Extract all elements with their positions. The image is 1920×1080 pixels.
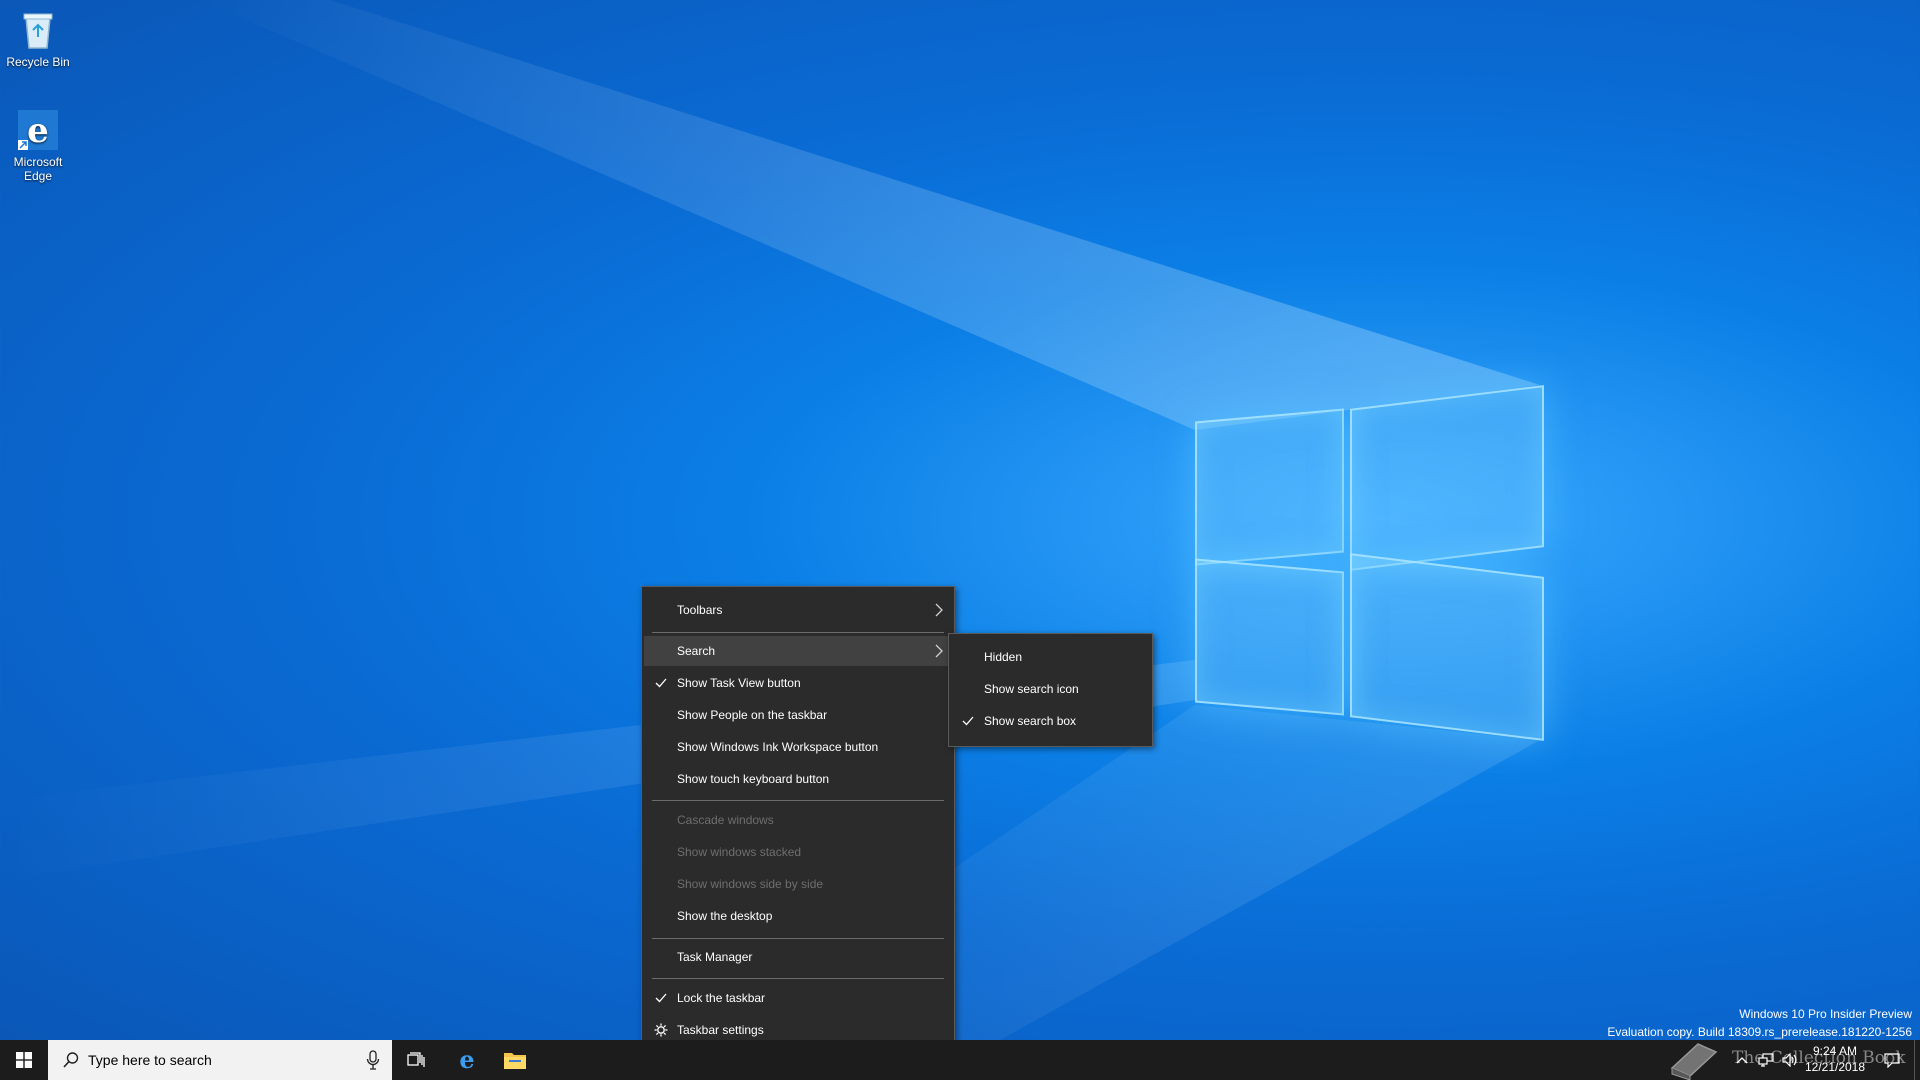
- menu-separator: [652, 800, 944, 801]
- menu-item-show-people[interactable]: Show People on the taskbar: [644, 700, 952, 730]
- recycle-bin-icon: [16, 8, 60, 52]
- menu-item-cascade-windows: Cascade windows: [644, 805, 952, 835]
- watermark-line-1: Windows 10 Pro Insider Preview: [1739, 1007, 1912, 1021]
- network-icon: [1758, 1053, 1774, 1067]
- gear-icon: [654, 1023, 668, 1037]
- checkmark-icon: [962, 716, 974, 726]
- taskbar: Type here to search e The Collection Boo…: [0, 1040, 1920, 1080]
- clock-date: 12/21/2018: [1804, 1060, 1866, 1074]
- microphone-icon[interactable]: [366, 1050, 380, 1070]
- book-icon: [1670, 1043, 1718, 1080]
- notification-icon: [1884, 1052, 1900, 1068]
- search-placeholder: Type here to search: [88, 1052, 212, 1068]
- menu-item-label: Show Task View button: [677, 676, 801, 690]
- logo-pane-bottom-left: [1195, 558, 1344, 716]
- menu-item-show-ink-workspace[interactable]: Show Windows Ink Workspace button: [644, 732, 952, 762]
- menu-item-task-manager[interactable]: Task Manager: [644, 942, 952, 972]
- build-watermark: Windows 10 Pro Insider Preview Evaluatio…: [1607, 1005, 1912, 1041]
- menu-item-label: Task Manager: [677, 950, 753, 964]
- menu-separator: [652, 938, 944, 939]
- menu-item-windows-side-by-side: Show windows side by side: [644, 869, 952, 899]
- taskbar-clock[interactable]: 9:24 AM 12/21/2018: [1790, 1043, 1880, 1075]
- recycle-bin-label: Recycle Bin: [6, 55, 70, 69]
- taskbar-file-explorer-button[interactable]: [491, 1040, 539, 1080]
- menu-item-toolbars[interactable]: Toolbars: [644, 595, 952, 625]
- windows-logo-wallpaper: [1195, 385, 1544, 741]
- menu-item-label: Search: [677, 644, 716, 658]
- taskbar-search-box[interactable]: Type here to search: [48, 1040, 392, 1080]
- menu-separator: [652, 632, 944, 633]
- search-submenu: Hidden Show search icon Show search box: [948, 633, 1153, 747]
- menu-item-label: Show windows stacked: [677, 845, 802, 859]
- windows-start-icon: [16, 1052, 32, 1068]
- clock-time: 9:24 AM: [1812, 1044, 1858, 1058]
- show-hidden-icons-button[interactable]: [1730, 1040, 1754, 1080]
- menu-item-label: Cascade windows: [677, 813, 774, 827]
- chevron-up-icon: [1736, 1057, 1748, 1064]
- menu-item-search[interactable]: Search: [644, 636, 952, 666]
- taskbar-context-menu: Toolbars Search Show Task View button Sh…: [641, 586, 955, 1056]
- submenu-item-show-search-icon[interactable]: Show search icon: [951, 674, 1150, 704]
- svg-text:e: e: [459, 1048, 474, 1072]
- desktop-wallpaper-beams: [0, 0, 1540, 1040]
- menu-item-label: Toolbars: [677, 603, 723, 617]
- microsoft-edge-label: Microsoft Edge: [13, 155, 63, 183]
- checkmark-icon: [655, 678, 667, 688]
- menu-item-label: Lock the taskbar: [677, 991, 766, 1005]
- submenu-item-show-search-box[interactable]: Show search box: [951, 706, 1150, 736]
- network-button[interactable]: [1754, 1040, 1778, 1080]
- menu-item-label: Show the desktop: [677, 909, 773, 923]
- show-desktop-strip[interactable]: [1914, 1040, 1920, 1080]
- file-explorer-icon: [504, 1053, 526, 1069]
- checkmark-icon: [655, 993, 667, 1003]
- menu-item-show-desktop[interactable]: Show the desktop: [644, 901, 952, 931]
- menu-item-show-touch-keyboard[interactable]: Show touch keyboard button: [644, 764, 952, 794]
- microsoft-edge-shortcut[interactable]: e Microsoft Edge: [0, 108, 76, 183]
- submenu-item-label: Show search box: [984, 714, 1077, 728]
- action-center-button[interactable]: [1874, 1040, 1910, 1080]
- chevron-right-icon: [935, 603, 943, 617]
- menu-separator: [652, 978, 944, 979]
- edge-icon: e: [459, 1048, 474, 1072]
- submenu-item-hidden[interactable]: Hidden: [951, 642, 1150, 672]
- logo-pane-top-left: [1195, 408, 1344, 566]
- recycle-bin-shortcut[interactable]: Recycle Bin: [0, 8, 76, 69]
- start-button[interactable]: [0, 1040, 48, 1080]
- logo-pane-top-right: [1350, 385, 1544, 571]
- menu-item-label: Show touch keyboard button: [677, 772, 830, 786]
- menu-item-lock-taskbar[interactable]: Lock the taskbar: [644, 983, 952, 1013]
- taskbar-edge-button[interactable]: e: [443, 1040, 491, 1080]
- chevron-right-icon: [935, 644, 943, 658]
- svg-text:e: e: [27, 111, 49, 151]
- search-icon: [63, 1052, 79, 1068]
- task-view-icon: [407, 1052, 425, 1067]
- menu-item-windows-stacked: Show windows stacked: [644, 837, 952, 867]
- menu-item-label: Show windows side by side: [677, 877, 824, 891]
- submenu-item-label: Show search icon: [984, 682, 1079, 696]
- logo-pane-bottom-right: [1350, 553, 1544, 741]
- menu-item-label: Show Windows Ink Workspace button: [677, 740, 879, 754]
- menu-item-label: Show People on the taskbar: [677, 708, 828, 722]
- edge-icon: e: [16, 108, 60, 152]
- task-view-button[interactable]: [392, 1040, 440, 1080]
- menu-item-label: Taskbar settings: [677, 1023, 764, 1037]
- menu-item-show-task-view[interactable]: Show Task View button: [644, 668, 952, 698]
- submenu-item-label: Hidden: [984, 650, 1023, 664]
